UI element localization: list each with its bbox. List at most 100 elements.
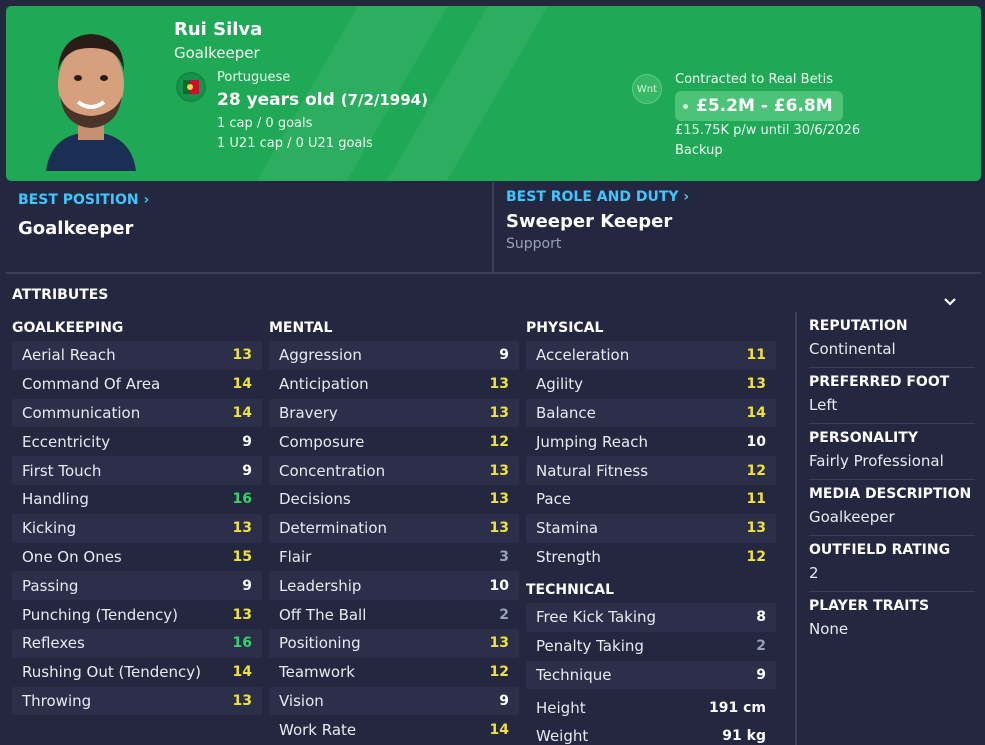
attribute-value: 15: [232, 548, 252, 565]
best-role-value: Sweeper Keeper: [506, 211, 673, 232]
player-age: 28 years old (7/2/1994): [217, 90, 428, 110]
attribute-row[interactable]: Determination 13: [269, 513, 519, 543]
player-header: Rui Silva Goalkeeper Portuguese 28 years…: [6, 6, 981, 181]
attribute-row[interactable]: Composure 12: [269, 427, 519, 456]
attribute-row[interactable]: Concentration 13: [269, 456, 519, 485]
weight-label: Weight: [536, 727, 589, 745]
body-measurements: Height 191 cm Weight 91 kg: [526, 694, 776, 745]
attribute-name: Throwing: [22, 691, 92, 710]
player-traits-block: PLAYER TRAITS None: [809, 592, 975, 647]
attribute-name: Decisions: [279, 490, 351, 509]
attribute-name: Penalty Taking: [536, 637, 644, 656]
attribute-row[interactable]: One On Ones 15: [12, 543, 262, 572]
u21-caps: 1 U21 cap / 0 U21 goals: [217, 136, 373, 151]
attribute-name: One On Ones: [22, 547, 122, 566]
attribute-row[interactable]: Flair 3: [269, 543, 519, 572]
attribute-row[interactable]: Off The Ball 2: [269, 600, 519, 629]
attribute-row[interactable]: Teamwork 12: [269, 658, 519, 687]
attribute-name: Pace: [536, 490, 572, 509]
contract-status[interactable]: Contracted to Real Betis: [675, 72, 833, 87]
attribute-row[interactable]: Command Of Area 14: [12, 370, 262, 399]
best-role-link[interactable]: BEST ROLE AND DUTY ›: [506, 189, 689, 205]
attribute-value: 14: [746, 404, 766, 421]
attribute-row[interactable]: Reflexes 16: [12, 628, 262, 658]
attribute-name: Eccentricity: [22, 432, 111, 451]
attribute-row[interactable]: Acceleration 11: [526, 341, 776, 370]
physical-header: PHYSICAL: [526, 320, 604, 336]
best-position-link[interactable]: BEST POSITION ›: [18, 192, 149, 208]
attribute-name: Communication: [22, 403, 141, 422]
goalkeeping-list: Aerial Reach 13 Command Of Area 14 Communica…: [12, 341, 262, 716]
attribute-name: Passing: [22, 576, 79, 595]
attribute-row[interactable]: Work Rate 14: [269, 715, 519, 744]
attribute-row[interactable]: Communication 14: [12, 398, 262, 428]
wage-info: £15.75K p/w until 30/6/2026: [675, 123, 861, 138]
attribute-row[interactable]: Stamina 13: [526, 513, 776, 543]
reputation-block: REPUTATION Continental: [809, 312, 975, 368]
best-role-duty: Support: [506, 236, 562, 252]
attribute-row[interactable]: Kicking 13: [12, 513, 262, 543]
nationality: Portuguese: [217, 70, 291, 85]
attribute-row[interactable]: Penalty Taking 2: [526, 632, 776, 661]
attribute-row[interactable]: Jumping Reach 10: [526, 427, 776, 456]
attribute-row[interactable]: Natural Fitness 12: [526, 456, 776, 485]
transfer-value[interactable]: £5.2M - £6.8M: [675, 91, 843, 121]
attribute-value: 16: [232, 491, 252, 508]
attribute-row[interactable]: Handling 16: [12, 485, 262, 514]
wanted-badge[interactable]: Wnt: [632, 74, 662, 104]
physical-list: Acceleration 11 Agility 13 Balance 14 Jumping …: [526, 341, 776, 571]
attribute-name: Concentration: [279, 461, 386, 480]
technical-header: TECHNICAL: [526, 582, 615, 598]
attribute-row[interactable]: Throwing 13: [12, 686, 262, 716]
goalkeeping-header: GOALKEEPING: [12, 320, 124, 336]
chevron-down-icon[interactable]: [943, 292, 957, 311]
attribute-name: Natural Fitness: [536, 461, 649, 480]
attribute-row[interactable]: Positioning 13: [269, 628, 519, 658]
attribute-row[interactable]: Free Kick Taking 8: [526, 603, 776, 632]
attribute-value: 10: [746, 433, 766, 450]
attribute-value: 13: [746, 520, 766, 537]
attribute-row[interactable]: Agility 13: [526, 370, 776, 399]
attribute-name: First Touch: [22, 461, 102, 480]
attribute-name: Aerial Reach: [22, 346, 116, 365]
player-name: Rui Silva: [174, 19, 263, 40]
attribute-value: 14: [489, 721, 509, 738]
attribute-name: Acceleration: [536, 346, 630, 365]
player-position: Goalkeeper: [174, 44, 260, 62]
attribute-row[interactable]: Bravery 13: [269, 398, 519, 428]
attribute-row[interactable]: Passing 9: [12, 571, 262, 601]
attribute-row[interactable]: First Touch 9: [12, 456, 262, 485]
attribute-row[interactable]: Pace 11: [526, 485, 776, 514]
attribute-name: Free Kick Taking: [536, 608, 657, 627]
attribute-row[interactable]: Aerial Reach 13: [12, 341, 262, 370]
personality-value: Fairly Professional: [809, 452, 944, 470]
attribute-row[interactable]: Decisions 13: [269, 485, 519, 514]
attribute-row[interactable]: Rushing Out (Tendency) 14: [12, 658, 262, 687]
attribute-value: 9: [756, 666, 766, 683]
attribute-row[interactable]: Aggression 9: [269, 341, 519, 370]
attribute-row[interactable]: Technique 9: [526, 660, 776, 690]
nation-flag-icon[interactable]: [176, 72, 206, 102]
attribute-value: 9: [242, 462, 252, 479]
attribute-row[interactable]: Strength 12: [526, 543, 776, 572]
attribute-name: Strength: [536, 547, 601, 566]
attribute-value: 14: [232, 376, 252, 393]
attribute-row[interactable]: Leadership 10: [269, 571, 519, 601]
attribute-row[interactable]: Punching (Tendency) 13: [12, 600, 262, 629]
attribute-name: Positioning: [279, 634, 361, 653]
attribute-row[interactable]: Balance 14: [526, 398, 776, 428]
attribute-row[interactable]: Eccentricity 9: [12, 427, 262, 456]
height-value: 191 cm: [709, 700, 766, 716]
attribute-name: Work Rate: [279, 720, 357, 739]
age-text: 28 years old: [217, 90, 335, 110]
media-description-value: Goalkeeper: [809, 508, 895, 526]
best-position-label: BEST POSITION: [18, 192, 139, 208]
international-caps: 1 cap / 0 goals: [217, 116, 313, 131]
technical-list: Free Kick Taking 8 Penalty Taking 2 Techniqu…: [526, 603, 776, 690]
attribute-row[interactable]: Anticipation 13: [269, 370, 519, 399]
mental-list: Aggression 9 Anticipation 13 Bravery 13 Compos…: [269, 341, 519, 744]
attribute-row[interactable]: Vision 9: [269, 686, 519, 716]
best-role-label: BEST ROLE AND DUTY: [506, 189, 679, 205]
attribute-value: 13: [232, 606, 252, 623]
attribute-value: 13: [232, 347, 252, 364]
